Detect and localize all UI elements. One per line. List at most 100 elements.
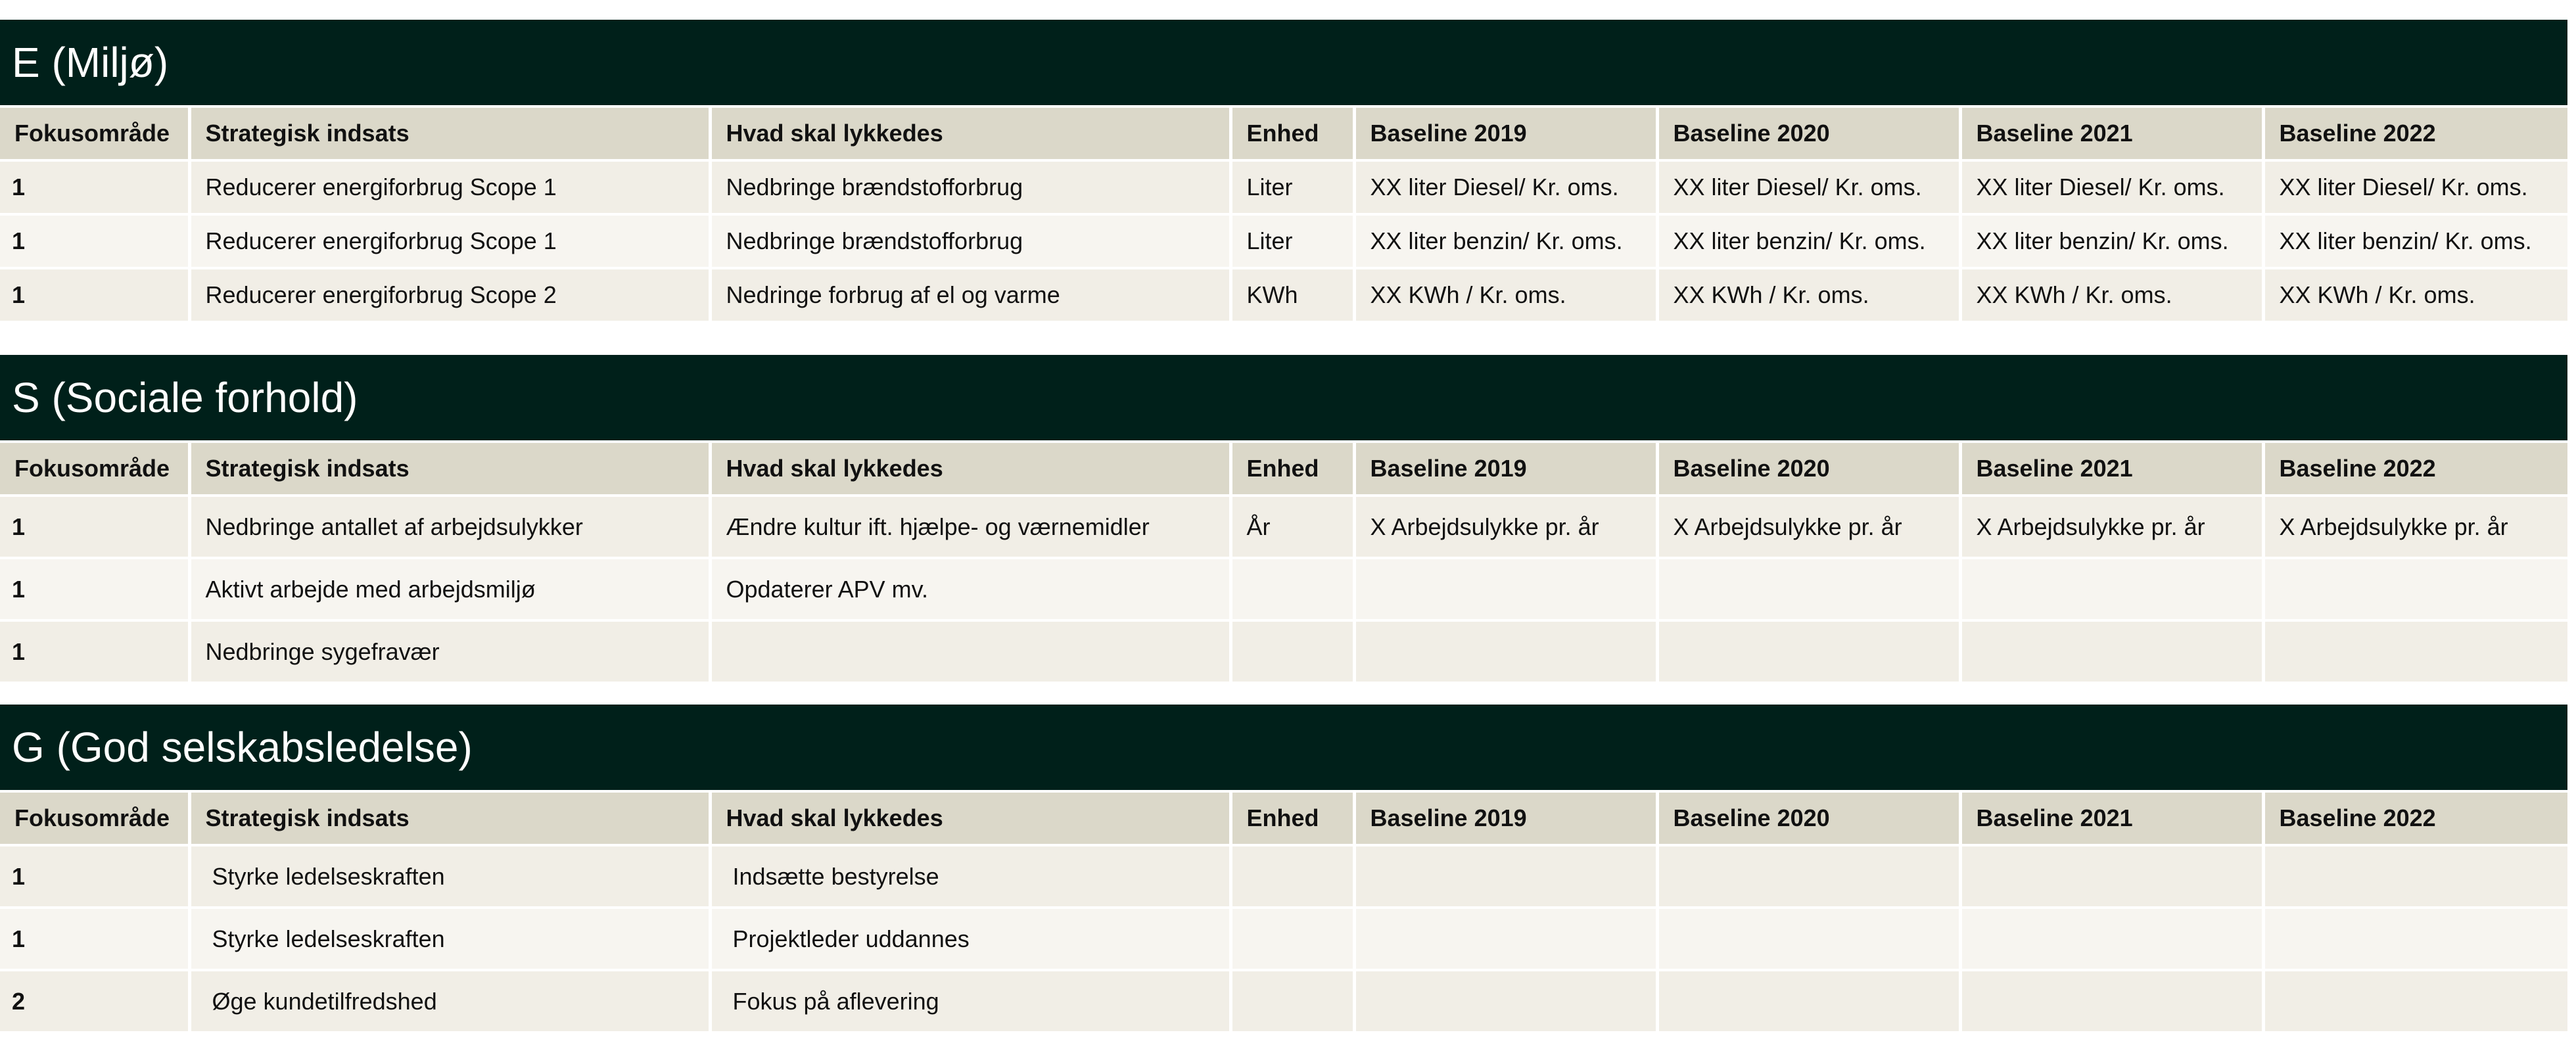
column-header: Baseline 2020 xyxy=(1657,790,1962,846)
column-header: Baseline 2019 xyxy=(1354,105,1659,162)
table-cell: 1 xyxy=(0,214,191,269)
table-cell: Projektleder uddannes xyxy=(710,908,1232,971)
table-cell: Øge kundetilfredshed xyxy=(189,970,712,1034)
table-cell: XX liter benzin/ Kr. oms. xyxy=(1354,214,1659,269)
table-cell: Styrke ledelseskraften xyxy=(189,845,712,909)
esg-table: Fokusområde Strategisk indsats Hvad skal… xyxy=(0,440,2567,684)
column-header: Baseline 2022 xyxy=(2263,105,2567,162)
table-header-row: Fokusområde Strategisk indsats Hvad skal… xyxy=(0,105,2567,162)
table-cell: 1 xyxy=(0,160,191,216)
table-cell: XX liter Diesel/ Kr. oms. xyxy=(1657,160,1962,216)
table-cell: XX liter Diesel/ Kr. oms. xyxy=(2263,160,2567,216)
column-header: Enhed xyxy=(1230,105,1356,162)
table-cell: X Arbejdsulykke pr. år xyxy=(2263,496,2567,559)
table-cell: KWh xyxy=(1230,268,1356,323)
table-cell xyxy=(1960,908,2265,971)
table-cell: Styrke ledelseskraften xyxy=(189,908,712,971)
table-cell xyxy=(1354,558,1659,622)
table-row: 1 Styrke ledelseskraften Projektleder ud… xyxy=(0,908,2567,971)
table-cell: XX liter Diesel/ Kr. oms. xyxy=(1960,160,2265,216)
column-header: Strategisk indsats xyxy=(189,790,712,846)
table-cell xyxy=(1230,970,1356,1034)
table-cell: Indsætte bestyrelse xyxy=(710,845,1232,909)
table-header-row: Fokusområde Strategisk indsats Hvad skal… xyxy=(0,440,2567,497)
column-header: Strategisk indsats xyxy=(189,440,712,497)
column-header: Enhed xyxy=(1230,440,1356,497)
table-cell xyxy=(1354,908,1659,971)
table-cell: Liter xyxy=(1230,214,1356,269)
table-row: 1 Reducerer energiforbrug Scope 1 Nedbri… xyxy=(0,160,2567,216)
table-cell xyxy=(2263,908,2567,971)
table-cell: Aktivt arbejde med arbejdsmiljø xyxy=(189,558,712,622)
table-cell xyxy=(1230,558,1356,622)
section-governance: G (God selskabsledelse) Fokusområde Stra… xyxy=(0,705,2567,1034)
table-cell: Nedbringe sygefravær xyxy=(189,620,712,684)
column-header: Baseline 2021 xyxy=(1960,790,2265,846)
table-cell: Reducerer energiforbrug Scope 1 xyxy=(189,160,712,216)
section-environment: E (Miljø) Fokusområde Strategisk indsats… xyxy=(0,20,2567,323)
section-social: S (Sociale forhold) Fokusområde Strategi… xyxy=(0,355,2567,684)
esg-table: Fokusområde Strategisk indsats Hvad skal… xyxy=(0,105,2567,323)
table-cell xyxy=(1960,558,2265,622)
table-cell xyxy=(2263,620,2567,684)
table-cell xyxy=(1960,845,2265,909)
table-cell: Nedringe forbrug af el og varme xyxy=(710,268,1232,323)
table-cell: Liter xyxy=(1230,160,1356,216)
column-header: Fokusområde xyxy=(0,105,191,162)
column-header: Fokusområde xyxy=(0,790,191,846)
table-cell xyxy=(2263,845,2567,909)
table-cell xyxy=(1354,970,1659,1034)
table-cell: Opdaterer APV mv. xyxy=(710,558,1232,622)
table-cell: XX liter benzin/ Kr. oms. xyxy=(1960,214,2265,269)
table-cell xyxy=(1354,845,1659,909)
column-header: Enhed xyxy=(1230,790,1356,846)
table-cell: 1 xyxy=(0,268,191,323)
table-cell: XX KWh / Kr. oms. xyxy=(1960,268,2265,323)
table-row: 1 Aktivt arbejde med arbejdsmiljø Opdate… xyxy=(0,558,2567,622)
table-cell: XX liter Diesel/ Kr. oms. xyxy=(1354,160,1659,216)
table-cell: Reducerer energiforbrug Scope 2 xyxy=(189,268,712,323)
table-cell: 1 xyxy=(0,620,191,684)
table-cell: X Arbejdsulykke pr. år xyxy=(1354,496,1659,559)
table-row: 1 Nedbringe sygefravær xyxy=(0,620,2567,684)
table-cell: XX KWh / Kr. oms. xyxy=(1657,268,1962,323)
column-header: Hvad skal lykkedes xyxy=(710,105,1232,162)
column-header: Baseline 2019 xyxy=(1354,440,1659,497)
table-cell: XX KWh / Kr. oms. xyxy=(1354,268,1659,323)
table-cell: Reducerer energiforbrug Scope 1 xyxy=(189,214,712,269)
table-cell xyxy=(1657,908,1962,971)
section-title: G (God selskabsledelse) xyxy=(0,705,2567,790)
table-cell: 2 xyxy=(0,970,191,1034)
table-cell: 1 xyxy=(0,558,191,622)
section-title: S (Sociale forhold) xyxy=(0,355,2567,440)
column-header: Baseline 2020 xyxy=(1657,440,1962,497)
table-cell: 1 xyxy=(0,496,191,559)
column-header: Strategisk indsats xyxy=(189,105,712,162)
table-cell xyxy=(1657,845,1962,909)
column-header: Baseline 2022 xyxy=(2263,790,2567,846)
table-cell xyxy=(1657,970,1962,1034)
table-cell: Fokus på aflevering xyxy=(710,970,1232,1034)
table-cell xyxy=(1657,558,1962,622)
column-header: Baseline 2020 xyxy=(1657,105,1962,162)
table-cell xyxy=(2263,558,2567,622)
table-cell: Ændre kultur ift. hjælpe- og værnemidler xyxy=(710,496,1232,559)
table-cell: Nedbringe brændstofforbrug xyxy=(710,214,1232,269)
table-row: 1 Nedbringe antallet af arbejdsulykker Æ… xyxy=(0,496,2567,559)
table-header-row: Fokusområde Strategisk indsats Hvad skal… xyxy=(0,790,2567,846)
table-cell: 1 xyxy=(0,908,191,971)
table-cell xyxy=(1230,620,1356,684)
column-header: Baseline 2021 xyxy=(1960,440,2265,497)
table-cell xyxy=(1657,620,1962,684)
table-cell: XX liter benzin/ Kr. oms. xyxy=(2263,214,2567,269)
table-cell xyxy=(1960,620,2265,684)
column-header: Baseline 2021 xyxy=(1960,105,2265,162)
column-header: Hvad skal lykkedes xyxy=(710,440,1232,497)
table-cell: XX liter benzin/ Kr. oms. xyxy=(1657,214,1962,269)
table-row: 1 Styrke ledelseskraften Indsætte bestyr… xyxy=(0,845,2567,909)
column-header: Baseline 2022 xyxy=(2263,440,2567,497)
table-cell: XX KWh / Kr. oms. xyxy=(2263,268,2567,323)
table-cell xyxy=(1960,970,2265,1034)
table-cell xyxy=(1230,845,1356,909)
table-cell: År xyxy=(1230,496,1356,559)
